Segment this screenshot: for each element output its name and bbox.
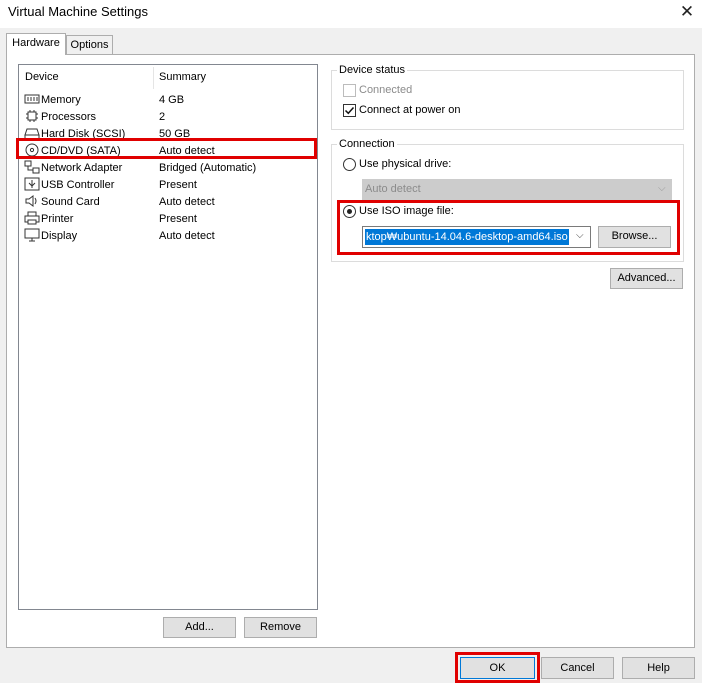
device-name: USB Controller bbox=[41, 179, 115, 191]
device-summary: 4 GB bbox=[159, 94, 185, 106]
device-summary: Bridged (Automatic) bbox=[159, 162, 257, 174]
physical-drive-value: Auto detect bbox=[365, 183, 421, 195]
close-icon[interactable]: ✕ bbox=[676, 2, 698, 24]
tab-hardware[interactable]: Hardware bbox=[6, 33, 66, 55]
device-summary: Present bbox=[159, 179, 197, 191]
connection-title: Connection bbox=[337, 138, 397, 150]
device-name: Display bbox=[41, 230, 78, 242]
device-status-group bbox=[331, 70, 684, 130]
highlight-box-iso bbox=[337, 200, 680, 255]
use-physical-drive-label: Use physical drive: bbox=[359, 158, 452, 170]
processor-icon bbox=[26, 110, 38, 122]
device-summary: Auto detect bbox=[159, 196, 215, 208]
connect-at-power-on-label: Connect at power on bbox=[359, 104, 461, 116]
device-name: Memory bbox=[41, 94, 81, 106]
sound-card-icon bbox=[25, 195, 37, 207]
column-header-device[interactable]: Device bbox=[25, 71, 59, 83]
device-name: Network Adapter bbox=[41, 162, 123, 174]
chevron-down-icon: ⌵ bbox=[658, 183, 666, 194]
connected-checkbox[interactable] bbox=[343, 84, 356, 97]
highlight-box-cd-dvd bbox=[16, 138, 317, 159]
window-title: Virtual Machine Settings bbox=[8, 4, 148, 19]
checkmark-icon bbox=[344, 106, 355, 115]
advanced-button[interactable]: Advanced... bbox=[610, 268, 683, 289]
connected-label: Connected bbox=[359, 84, 413, 96]
memory-icon bbox=[24, 94, 40, 104]
use-physical-drive-radio[interactable] bbox=[343, 158, 356, 171]
column-divider[interactable] bbox=[153, 67, 154, 89]
usb-icon bbox=[24, 177, 40, 191]
tab-options[interactable]: Options bbox=[66, 35, 113, 55]
help-button[interactable]: Help bbox=[622, 657, 695, 679]
network-adapter-icon bbox=[24, 160, 40, 174]
device-summary: Auto detect bbox=[159, 230, 215, 242]
device-name: Printer bbox=[41, 213, 74, 225]
device-status-title: Device status bbox=[337, 64, 408, 76]
physical-drive-select[interactable]: Auto detect bbox=[362, 179, 672, 200]
highlight-box-ok bbox=[455, 652, 540, 683]
cancel-button[interactable]: Cancel bbox=[541, 657, 614, 679]
device-name: Processors bbox=[41, 111, 97, 123]
printer-icon bbox=[24, 211, 40, 225]
device-summary: 2 bbox=[159, 111, 166, 123]
connect-at-power-on-checkbox[interactable] bbox=[343, 104, 356, 117]
add-button[interactable]: Add... bbox=[163, 617, 236, 638]
device-summary: Present bbox=[159, 213, 197, 225]
display-icon bbox=[24, 228, 40, 242]
device-name: Sound Card bbox=[41, 196, 100, 208]
column-header-summary[interactable]: Summary bbox=[159, 71, 206, 83]
remove-button[interactable]: Remove bbox=[244, 617, 317, 638]
